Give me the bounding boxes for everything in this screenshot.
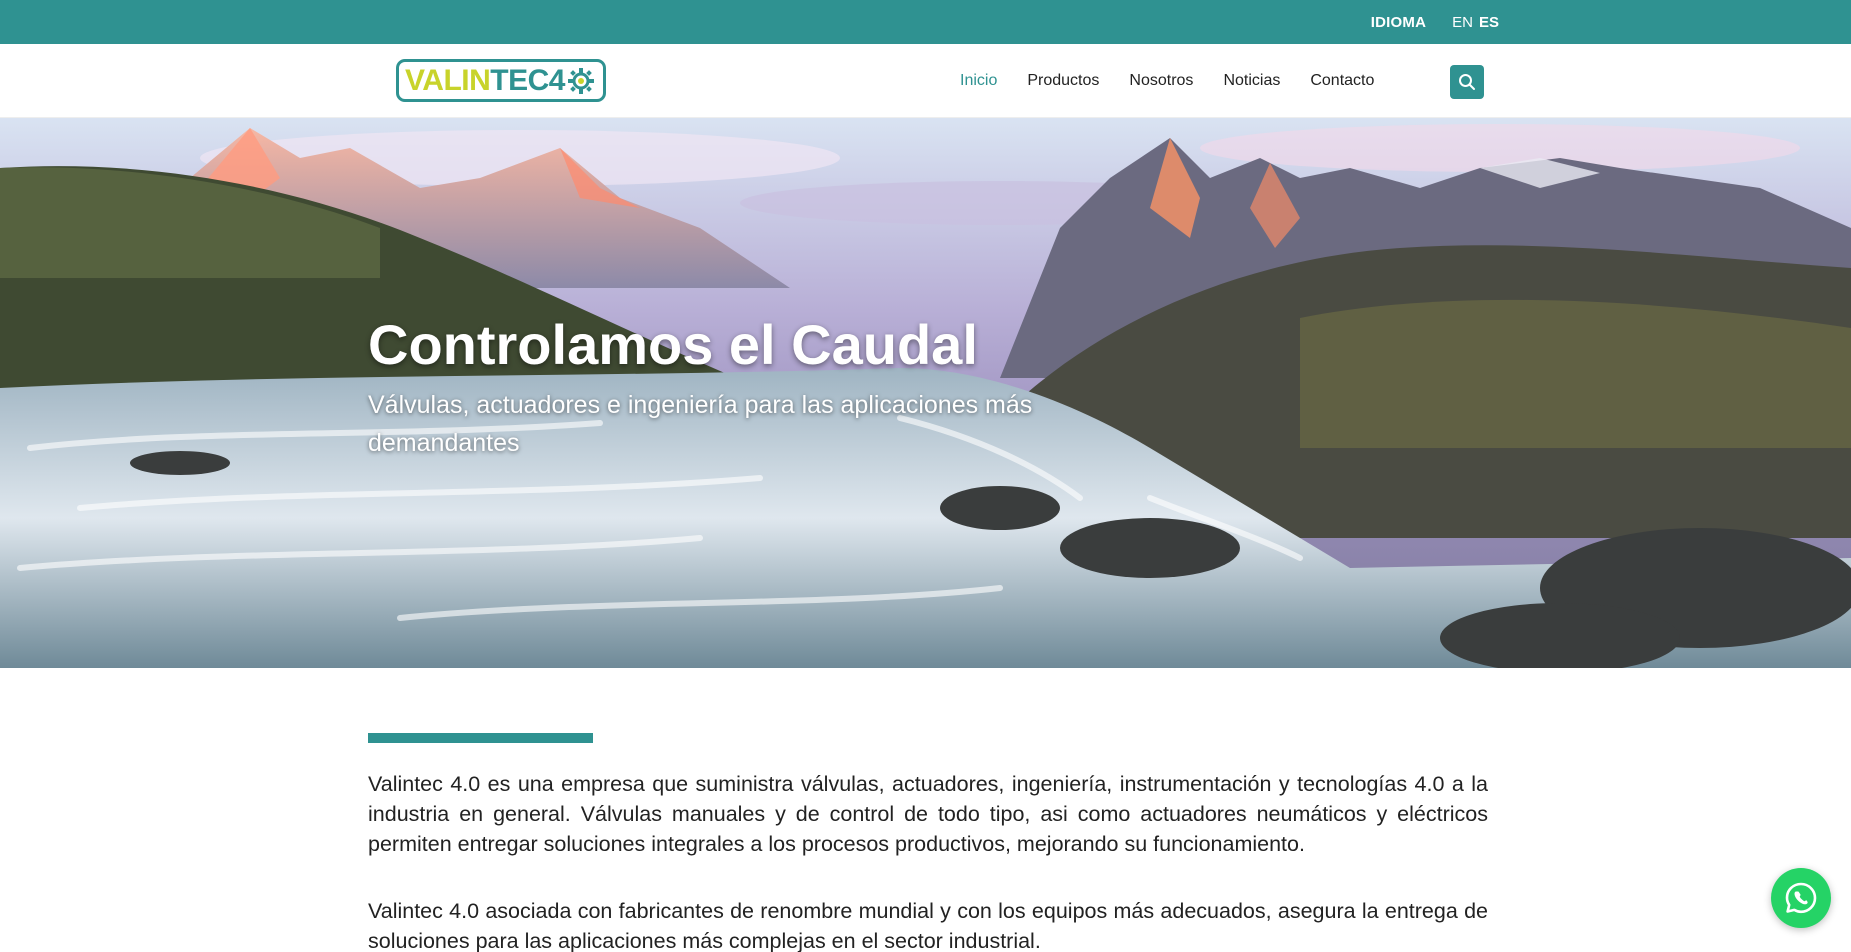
nav-item-contacto[interactable]: Contacto: [1310, 72, 1374, 90]
valintec-logo[interactable]: VALIN TEC4: [396, 59, 606, 102]
hero-text-block: Controlamos el Caudal Válvulas, actuador…: [368, 314, 1068, 462]
site-header: VALIN TEC4 Inicio Productos Nosotros Noti…: [0, 44, 1851, 118]
language-bar: IDIOMA EN ES: [0, 0, 1851, 44]
logo-text-part-a: VALIN: [405, 63, 491, 97]
nav-item-inicio[interactable]: Inicio: [960, 72, 997, 90]
language-es-link[interactable]: ES: [1479, 14, 1499, 31]
nav-item-nosotros[interactable]: Nosotros: [1129, 72, 1193, 90]
main-nav: Inicio Productos Nosotros Noticias Conta…: [960, 44, 1404, 118]
partners-paragraph: Valintec 4.0 asociada con fabricantes de…: [368, 899, 1488, 952]
whatsapp-icon: [1785, 882, 1817, 914]
logo-text-part-b: TEC4: [490, 63, 565, 97]
intro-paragraph: Valintec 4.0 es una empresa que suminist…: [368, 772, 1488, 856]
search-icon: [1459, 74, 1475, 90]
hero-title: Controlamos el Caudal: [368, 313, 978, 376]
whatsapp-button[interactable]: [1771, 868, 1831, 928]
hero-subtitle: Válvulas, actuadores e ingeniería para l…: [368, 390, 1033, 457]
language-en-link[interactable]: EN: [1452, 14, 1473, 31]
search-button[interactable]: [1450, 65, 1484, 99]
nav-item-productos[interactable]: Productos: [1027, 72, 1099, 90]
gear-icon: [567, 67, 594, 94]
section-divider: [368, 733, 593, 743]
hero-banner: Controlamos el Caudal Válvulas, actuador…: [0, 118, 1851, 668]
language-label: IDIOMA: [1370, 13, 1427, 31]
nav-item-noticias[interactable]: Noticias: [1223, 72, 1280, 90]
